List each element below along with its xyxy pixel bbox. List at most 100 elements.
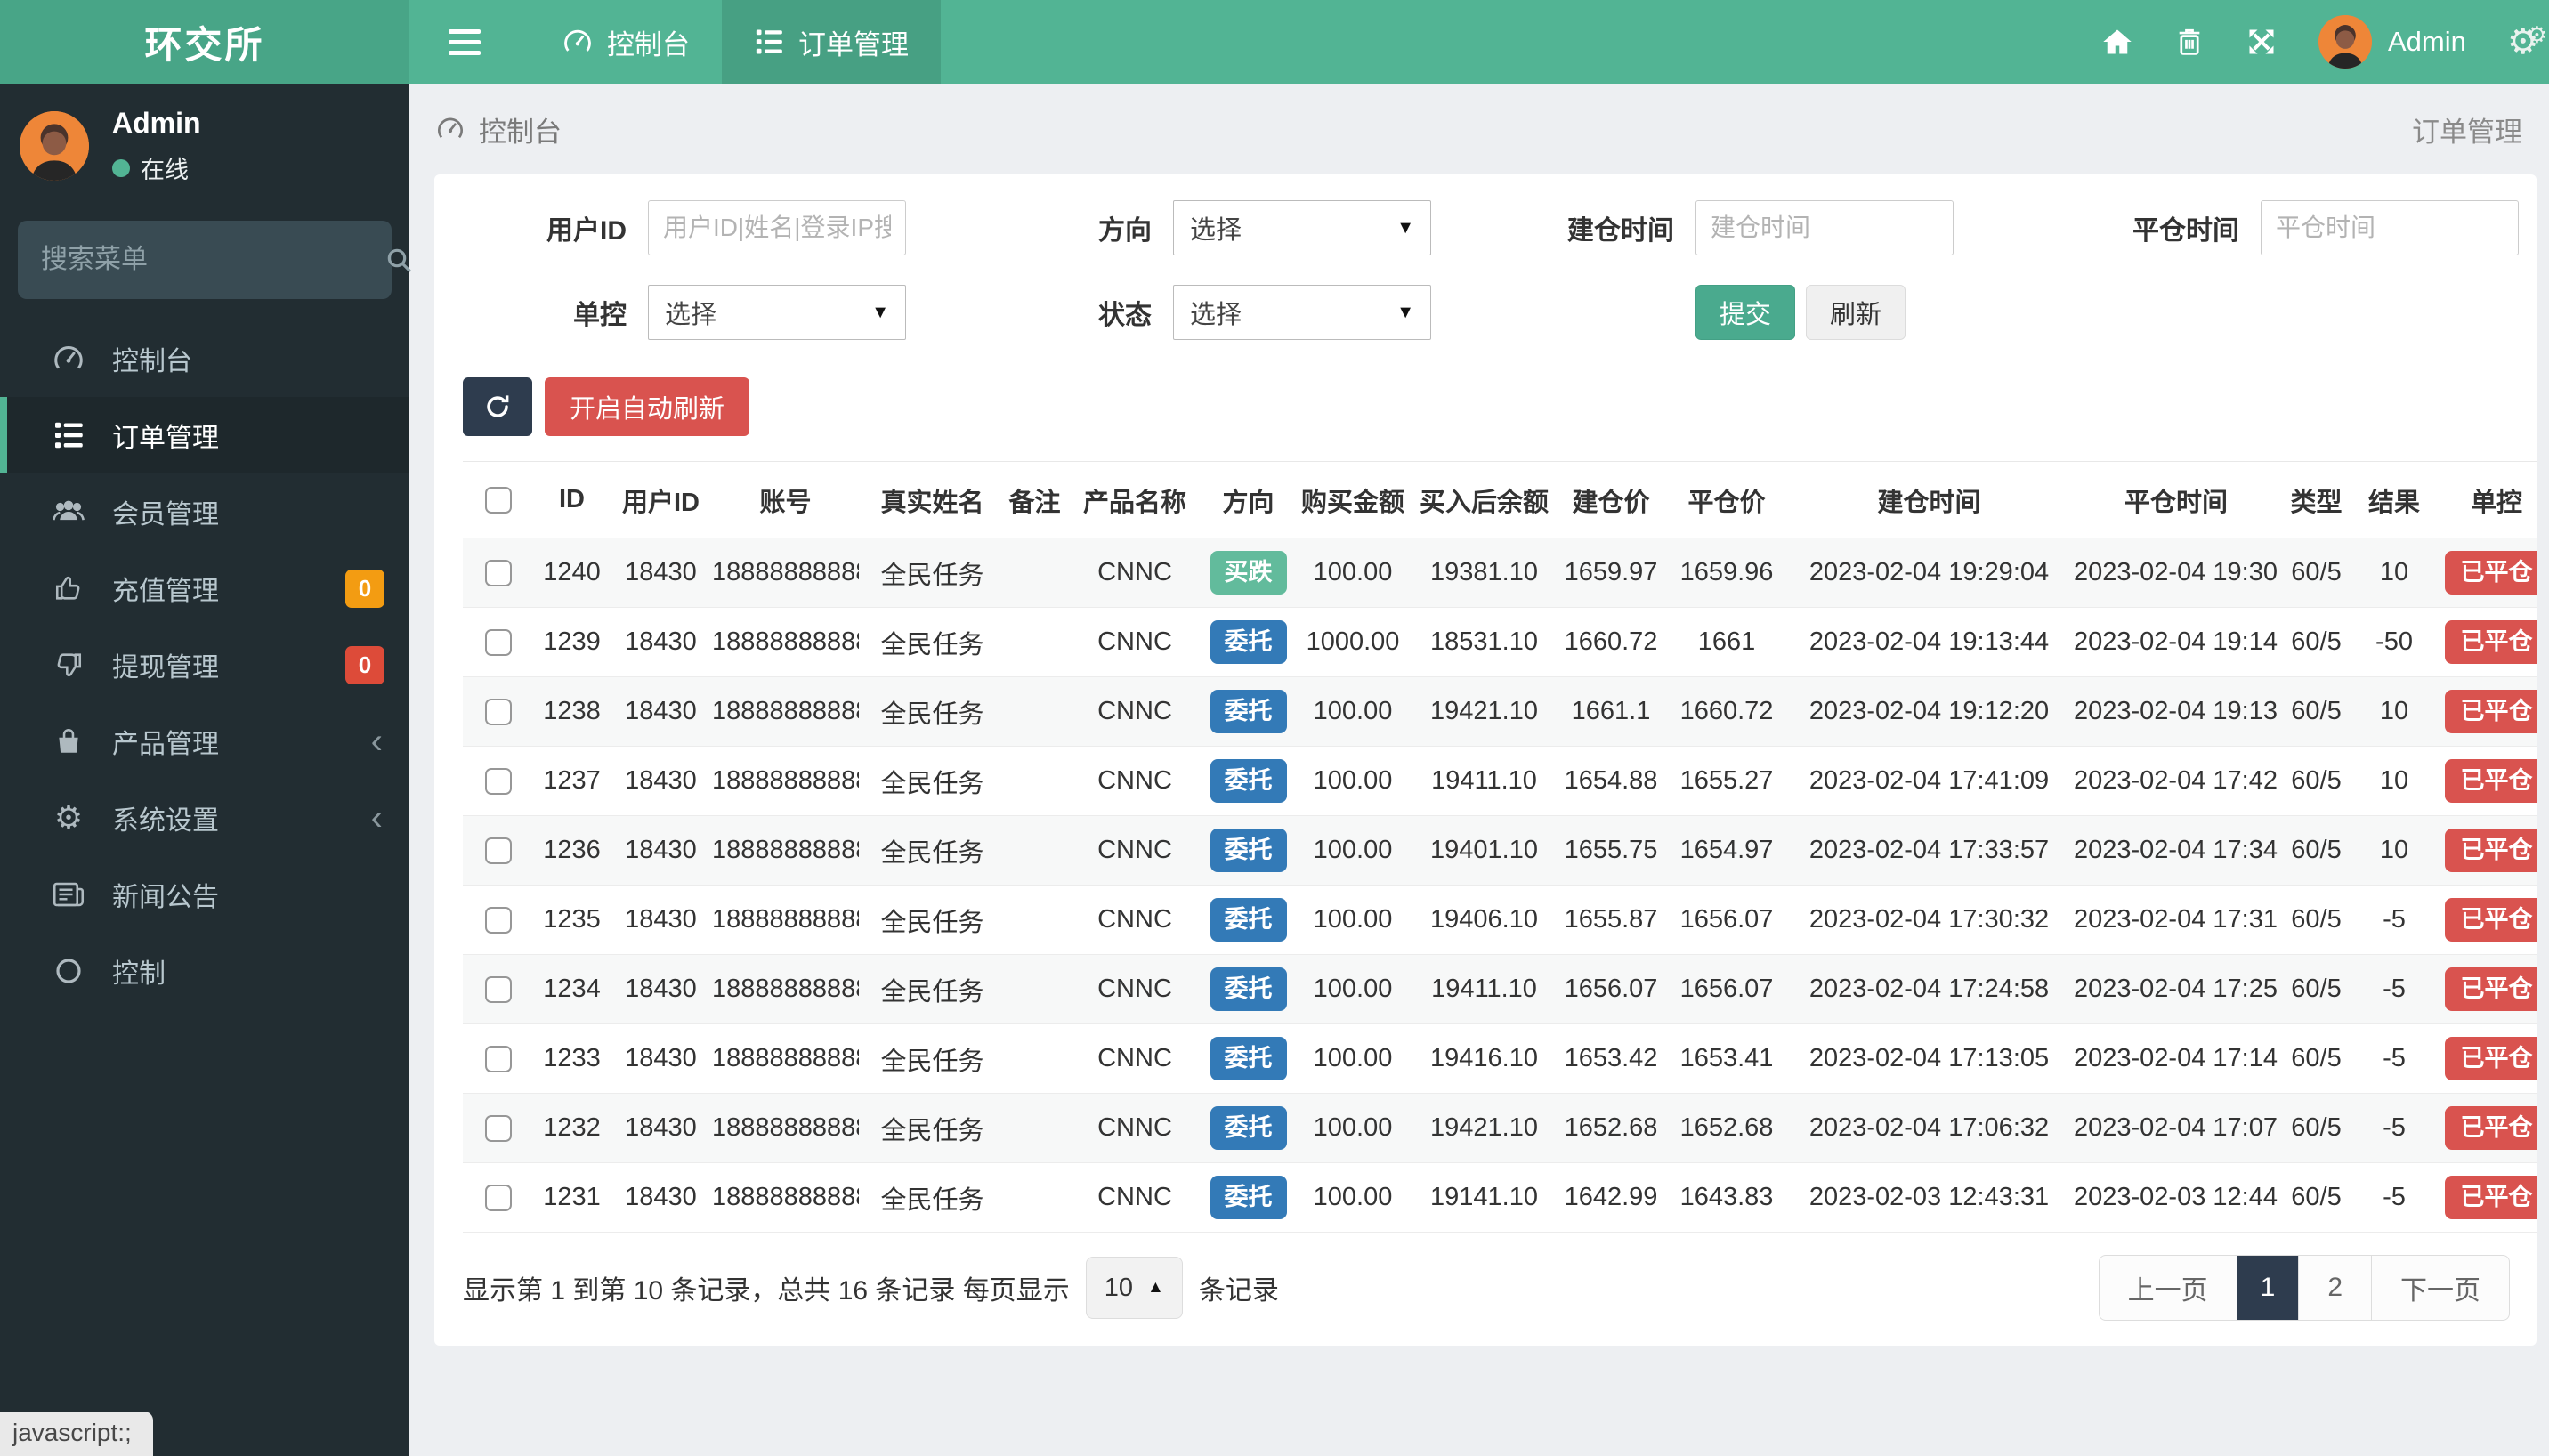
sidebar-item-withdraw[interactable]: 提现管理 0 bbox=[0, 627, 409, 703]
cell-user_id: 18430 bbox=[610, 815, 712, 886]
cell-id: 1236 bbox=[534, 815, 610, 886]
cell-balance: 19416.10 bbox=[1415, 1023, 1553, 1094]
control-badge[interactable]: 已平仓 bbox=[2444, 690, 2537, 733]
cell-check bbox=[463, 1023, 534, 1094]
close-time-input[interactable] bbox=[2261, 200, 2519, 255]
sidebar-item-control[interactable]: 控制 bbox=[0, 933, 409, 1009]
direction-badge: 委托 bbox=[1210, 829, 1287, 872]
control-badge[interactable]: 已平仓 bbox=[2444, 829, 2537, 872]
control-badge[interactable]: 已平仓 bbox=[2444, 967, 2537, 1011]
cell-close_price: 1654.97 bbox=[1669, 815, 1784, 886]
sidebar-toggle-icon[interactable] bbox=[422, 0, 507, 84]
cell-check bbox=[463, 815, 534, 886]
settings-gears-icon[interactable]: ⚙⚙ bbox=[2507, 21, 2548, 62]
row-checkbox[interactable] bbox=[485, 907, 512, 934]
sidebar-item-products[interactable]: 产品管理 ‹ bbox=[0, 703, 409, 780]
page-size-select[interactable]: 10 ▲ bbox=[1085, 1257, 1183, 1319]
refresh-button[interactable]: 刷新 bbox=[1806, 285, 1906, 340]
row-checkbox[interactable] bbox=[485, 560, 512, 587]
cell-product: CNNC bbox=[1064, 885, 1206, 955]
cell-account: 18888888888 bbox=[712, 676, 859, 747]
sidebar-item-dashboard[interactable]: 控制台 bbox=[0, 320, 409, 397]
cell-type: 60/5 bbox=[2278, 746, 2354, 816]
cell-user_id: 18430 bbox=[610, 1162, 712, 1233]
topbar: 环交所 控制台 订单管理 Admin ⚙⚙ bbox=[0, 0, 2549, 84]
row-checkbox[interactable] bbox=[485, 1115, 512, 1143]
direction-select[interactable]: 选择 ▼ bbox=[1173, 200, 1431, 255]
cell-close_time: 2023-02-04 17:07:32 bbox=[2074, 1093, 2278, 1163]
sidebar-item-news[interactable]: 新闻公告 bbox=[0, 856, 409, 933]
cell-direction: 委托 bbox=[1206, 815, 1291, 886]
auto-refresh-button[interactable]: 开启自动刷新 bbox=[545, 377, 750, 436]
status-label: 状态 bbox=[1098, 301, 1152, 330]
cell-control: 已平仓 bbox=[2434, 746, 2537, 816]
cell-real_name: 全民任务 bbox=[859, 538, 1006, 608]
fullscreen-icon[interactable] bbox=[2246, 26, 2278, 58]
cell-remark bbox=[1006, 815, 1064, 886]
cell-user_id: 18430 bbox=[610, 746, 712, 816]
row-checkbox[interactable] bbox=[485, 699, 512, 726]
tab-order-management[interactable]: 订单管理 bbox=[722, 0, 941, 84]
username-label: Admin bbox=[2387, 26, 2466, 57]
row-checkbox[interactable] bbox=[485, 629, 512, 657]
row-checkbox[interactable] bbox=[485, 768, 512, 796]
row-checkbox[interactable] bbox=[485, 1046, 512, 1073]
page-2-button[interactable]: 2 bbox=[2298, 1256, 2371, 1320]
user-id-input[interactable] bbox=[648, 200, 906, 255]
home-icon[interactable] bbox=[2101, 27, 2133, 57]
sidebar-item-members[interactable]: 会员管理 bbox=[0, 473, 409, 550]
pagination: 上一页 1 2 下一页 bbox=[2098, 1255, 2510, 1321]
breadcrumb-dashboard-link[interactable]: 控制台 bbox=[436, 109, 562, 150]
cell-result: -5 bbox=[2354, 1093, 2434, 1163]
page-1-button[interactable]: 1 bbox=[2236, 1256, 2299, 1320]
row-checkbox[interactable] bbox=[485, 837, 512, 865]
tab-label: 订单管理 bbox=[798, 28, 909, 61]
menu-search-input[interactable] bbox=[41, 245, 384, 275]
sidebar-item-recharge[interactable]: 充值管理 0 bbox=[0, 550, 409, 627]
control-badge[interactable]: 已平仓 bbox=[2444, 620, 2537, 664]
cell-user_id: 18430 bbox=[610, 1023, 712, 1094]
cell-result: -50 bbox=[2354, 607, 2434, 677]
thumbs-down-icon bbox=[48, 650, 89, 680]
trash-icon[interactable] bbox=[2174, 26, 2205, 58]
status-select[interactable]: 选择 ▼ bbox=[1173, 285, 1431, 340]
control-badge[interactable]: 已平仓 bbox=[2444, 1037, 2537, 1080]
control-badge[interactable]: 已平仓 bbox=[2444, 1176, 2537, 1219]
col-header-account: 账号 bbox=[712, 461, 859, 538]
cell-remark bbox=[1006, 538, 1064, 608]
filter-buttons: 提交 刷新 bbox=[1695, 285, 1906, 340]
online-status: 在线 bbox=[112, 150, 201, 185]
next-page-button[interactable]: 下一页 bbox=[2371, 1256, 2509, 1320]
dashboard-icon bbox=[436, 115, 465, 143]
table-row: 1239 18430 18888888888 全民任务 CNNC 委托 1000.00 185… bbox=[463, 607, 2537, 677]
table-row: 1236 18430 18888888888 全民任务 CNNC 委托 100.00 1940… bbox=[463, 815, 2537, 886]
search-icon[interactable] bbox=[384, 246, 413, 274]
tab-dashboard[interactable]: 控制台 bbox=[530, 0, 722, 84]
control-badge[interactable]: 已平仓 bbox=[2444, 898, 2537, 942]
orders-table: ID 用户ID 账号 真实姓名 备注 产品名称 方向 购买金额 买入后余额 建仓价 平仓价 建仓时间平… bbox=[463, 461, 2537, 1233]
control-badge[interactable]: 已平仓 bbox=[2444, 1106, 2537, 1150]
control-badge[interactable]: 已平仓 bbox=[2444, 759, 2537, 803]
cell-product: CNNC bbox=[1064, 676, 1206, 747]
sidebar-item-settings[interactable]: ⚙ 系统设置 ‹ bbox=[0, 780, 409, 856]
submit-button[interactable]: 提交 bbox=[1695, 285, 1796, 340]
sidebar-item-orders[interactable]: 订单管理 bbox=[0, 397, 409, 473]
row-checkbox[interactable] bbox=[485, 1185, 512, 1212]
open-time-input[interactable] bbox=[1695, 200, 1954, 255]
control-select[interactable]: 选择 ▼ bbox=[648, 285, 906, 340]
brand-logo[interactable]: 环交所 bbox=[0, 0, 409, 84]
user-menu[interactable]: Admin bbox=[2318, 15, 2466, 69]
col-header-product: 产品名称 bbox=[1064, 461, 1206, 538]
cell-account: 18888888888 bbox=[712, 815, 859, 886]
prev-page-button[interactable]: 上一页 bbox=[2100, 1256, 2237, 1320]
cell-close_price: 1653.41 bbox=[1669, 1023, 1784, 1094]
open-time-label: 建仓时间 bbox=[1567, 216, 1674, 246]
cell-control: 已平仓 bbox=[2434, 954, 2537, 1024]
select-all-checkbox[interactable] bbox=[485, 487, 512, 514]
cell-remark bbox=[1006, 746, 1064, 816]
reload-table-button[interactable] bbox=[463, 377, 532, 436]
row-checkbox[interactable] bbox=[485, 976, 512, 1004]
cell-account: 18888888888 bbox=[712, 746, 859, 816]
col-header-close_time: 平仓时间 bbox=[2074, 461, 2278, 538]
control-badge[interactable]: 已平仓 bbox=[2444, 551, 2537, 595]
